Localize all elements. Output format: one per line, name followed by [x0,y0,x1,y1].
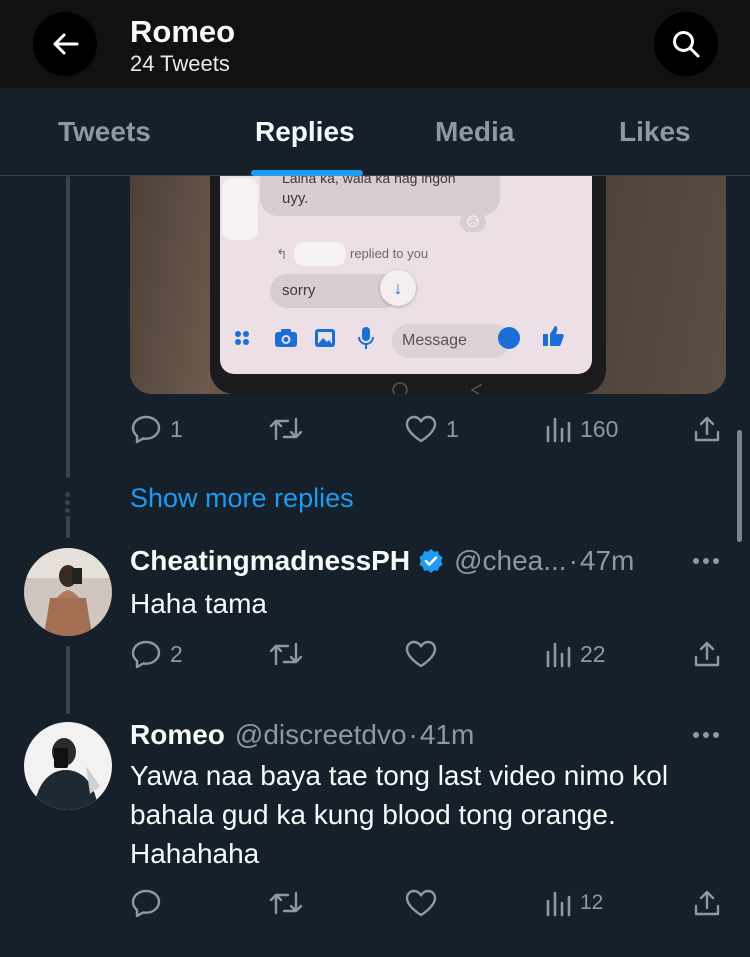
share-button[interactable] [692,883,722,923]
tweet-text-line: Hahahaha [130,838,260,869]
tweet-actions: 1 1 160 [130,409,726,449]
chat-text: uyy. [282,190,309,207]
thread-dot [65,500,70,505]
like-button[interactable] [404,883,438,923]
tab-replies[interactable]: Replies [255,116,355,148]
view-count: 12 [580,891,604,914]
views-icon [546,417,571,443]
tweet-header: Romeo @discreetdvo · 41m [130,719,474,751]
retweet-button[interactable] [268,634,304,674]
search-icon [673,31,700,58]
author-handle[interactable]: @chea... [454,545,566,577]
message-placeholder: Message [402,332,467,349]
views-button[interactable]: 12 [544,883,603,923]
share-icon [694,416,720,442]
retweet-icon [269,642,303,666]
scrollbar[interactable] [737,430,742,542]
reply-icon [131,415,161,444]
reply-button[interactable]: 2 [130,634,183,674]
thread-dot [65,508,70,513]
reply-arrow-icon: ↰ [276,246,288,262]
tweet-header: CheatingmadnessPH @chea... · 47m [130,545,634,577]
top-bar: Romeo 24 Tweets [0,0,750,88]
share-icon [694,890,720,916]
like-count: 1 [446,415,459,442]
nav-bar-icons [315,382,558,394]
heart-icon [405,415,437,443]
view-count: 22 [580,640,606,667]
avatar[interactable] [24,722,112,810]
back-button[interactable] [33,12,97,76]
tweet-time[interactable]: 41m [420,719,474,751]
reaction-emoji: 😥 [460,212,486,232]
views-icon [546,891,571,917]
retweet-button[interactable] [268,883,304,923]
thread-line [66,646,70,714]
tweet-actions: 2 22 [130,634,726,674]
separator-dot: · [568,545,578,576]
view-count: 160 [580,415,619,442]
camera-icon [274,328,298,353]
retweet-icon [269,417,303,441]
chat-text: sorry [282,282,316,299]
grid-dots-icon [234,330,249,345]
tweet-time[interactable]: 47m [580,545,634,577]
verified-badge-icon [418,548,444,574]
reply-button[interactable]: 1 [130,409,183,449]
microphone-icon [358,326,374,355]
show-more-replies-link[interactable]: Show more replies [130,483,354,514]
reply-count: 2 [170,640,183,667]
tweet-media-image[interactable]: Laina ka, wala ka nag ingon uyy. 😥 ↰ rep… [130,176,726,394]
profile-tabs: Tweets Replies Media Likes [0,88,750,176]
thumbs-up-icon [542,324,564,353]
redaction-mark [294,242,346,266]
author-handle[interactable]: @discreetdvo [235,719,407,751]
emoji-icon [498,327,520,349]
more-options-icon[interactable] [693,558,719,564]
reply-icon [131,889,161,918]
thread-line [66,516,70,538]
share-button[interactable] [692,409,722,449]
redaction-mark [222,178,258,240]
share-icon [694,641,720,667]
separator-dot: · [408,719,418,750]
tweet-text: Yawa naa baya tae tong last video nimo k… [130,756,720,873]
views-button[interactable]: 22 [544,634,606,674]
thread-dot [65,492,70,497]
more-options-icon[interactable] [693,732,719,738]
heart-icon [405,640,437,668]
heart-icon [405,889,437,917]
tweet-text-line: Yawa naa baya tae tong last video nimo k… [130,760,669,791]
tab-media[interactable]: Media [435,116,514,148]
share-button[interactable] [692,634,722,674]
views-button[interactable]: 160 [544,409,618,449]
tweet-text-line: bahala gud ka kung blood tong orange. [130,799,616,830]
retweet-icon [269,891,303,915]
author-name[interactable]: CheatingmadnessPH [130,545,410,577]
tab-likes[interactable]: Likes [619,116,691,148]
back-arrow-icon [53,33,79,55]
like-button[interactable]: 1 [404,409,459,449]
author-name[interactable]: Romeo [130,719,225,751]
profile-name: Romeo [130,14,236,49]
chat-text: Laina ka, wala ka nag ingon [282,176,456,186]
tweet-actions: 12 [130,883,726,923]
search-button[interactable] [654,12,718,76]
gallery-icon [314,328,336,353]
retweet-button[interactable] [268,409,304,449]
thread-line [66,176,70,478]
tweet-count: 24 Tweets [130,51,230,76]
tab-tweets[interactable]: Tweets [58,116,151,148]
reply-button[interactable] [130,883,162,923]
avatar[interactable] [24,548,112,636]
like-button[interactable] [404,634,438,674]
tweet-text: Haha tama [130,588,267,619]
reply-count: 1 [170,415,183,442]
phone-screen: Laina ka, wala ka nag ingon uyy. 😥 ↰ rep… [220,176,592,374]
views-icon [546,642,571,668]
scroll-down-icon: ↓ [380,270,416,306]
reply-label: replied to you [350,246,429,261]
reply-icon [131,640,161,669]
